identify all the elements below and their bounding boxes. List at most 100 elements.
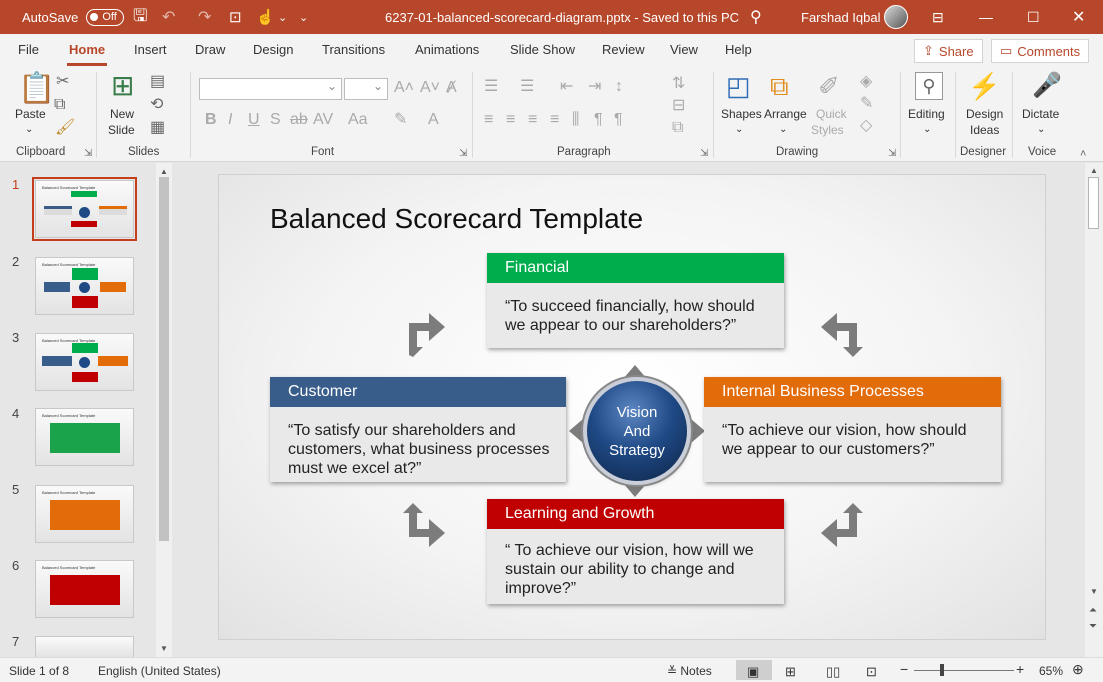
spacing-icon[interactable]: AV: [313, 112, 333, 128]
italic-icon[interactable]: I: [228, 112, 232, 128]
tab-review[interactable]: Review: [602, 42, 645, 57]
previous-slide-icon[interactable]: ⏶: [1089, 605, 1097, 616]
slide-thumbnail-1[interactable]: Balanced Scorecard Template: [32, 177, 137, 241]
slide-title[interactable]: Balanced Scorecard Template: [270, 203, 643, 235]
arrange-icon[interactable]: ⧉: [770, 72, 789, 100]
font-launcher-icon[interactable]: ⇲: [459, 146, 467, 162]
dictate-dropdown-icon[interactable]: ⌄: [1037, 122, 1045, 138]
vision-strategy-circle[interactable]: Vision And Strategy: [587, 381, 687, 481]
editing-dropdown-icon[interactable]: ⌄: [923, 122, 931, 138]
clear-format-icon[interactable]: Ⱥ: [446, 80, 457, 96]
tab-help[interactable]: Help: [725, 42, 752, 57]
tab-animations[interactable]: Animations: [415, 42, 479, 57]
clipboard-launcher-icon[interactable]: ⇲: [84, 146, 92, 162]
smartart-icon[interactable]: ⧉: [672, 120, 683, 136]
ltr-icon[interactable]: ¶: [594, 112, 603, 128]
zoom-level[interactable]: 65%: [1039, 664, 1063, 678]
shape-effects-icon[interactable]: ◇: [860, 118, 872, 134]
justify-icon[interactable]: ≡: [550, 112, 559, 128]
comments-button[interactable]: ▭ Comments: [991, 39, 1090, 63]
quick-styles-label-1[interactable]: Quick: [816, 106, 847, 122]
qat-more-icon[interactable]: ⌄: [299, 0, 308, 34]
slide-thumbnail-7[interactable]: [35, 636, 134, 657]
slide-thumbnail-5[interactable]: Balanced Scorecard Template: [35, 485, 134, 543]
strikethrough-icon[interactable]: ab: [290, 112, 308, 128]
slide-thumbnail-6[interactable]: Balanced Scorecard Template: [35, 560, 134, 618]
thumbnail-scrollbar[interactable]: ▲ ▼: [156, 163, 172, 657]
slide-canvas[interactable]: Balanced Scorecard Template Financial “T…: [218, 174, 1046, 640]
shapes-dropdown-icon[interactable]: ⌄: [735, 122, 743, 138]
design-ideas-label-1[interactable]: Design: [966, 106, 1003, 122]
search-icon[interactable]: ⚲: [750, 0, 762, 34]
slide-sorter-icon[interactable]: ⊞: [785, 664, 796, 680]
quick-styles-icon[interactable]: ✐: [818, 72, 840, 100]
text-direction-icon[interactable]: ⇅: [672, 76, 685, 92]
avatar[interactable]: [884, 0, 908, 34]
share-button[interactable]: ⇪ Share: [914, 39, 983, 63]
paragraph-launcher-icon[interactable]: ⇲: [700, 146, 708, 162]
section-icon[interactable]: ▦: [150, 120, 165, 136]
tab-design[interactable]: Design: [253, 42, 293, 57]
slide-thumbnail-3[interactable]: Balanced Scorecard Template: [35, 333, 134, 391]
numbering-icon[interactable]: ☰: [520, 79, 534, 95]
microphone-icon[interactable]: 🎤: [1032, 72, 1062, 100]
rtl-icon[interactable]: ¶: [614, 112, 623, 128]
zoom-in-icon[interactable]: +: [1016, 661, 1024, 677]
drawing-launcher-icon[interactable]: ⇲: [888, 146, 896, 162]
columns-icon[interactable]: ⫼: [572, 112, 579, 128]
learning-growth-card[interactable]: Learning and Growth “ To achieve our vis…: [487, 499, 784, 604]
reset-icon[interactable]: ⟲: [150, 97, 163, 113]
font-name-combo[interactable]: [199, 78, 342, 100]
design-ideas-label-2[interactable]: Ideas: [970, 122, 999, 138]
arrange-dropdown-icon[interactable]: ⌄: [779, 122, 787, 138]
zoom-slider[interactable]: [914, 670, 1014, 671]
font-color-icon[interactable]: A: [428, 112, 439, 128]
shadow-icon[interactable]: S: [270, 112, 281, 128]
paste-label[interactable]: Paste: [15, 106, 46, 122]
find-icon[interactable]: ⚲: [915, 72, 943, 100]
new-slide-label-1[interactable]: New: [110, 106, 134, 122]
dictate-label[interactable]: Dictate: [1022, 106, 1059, 122]
new-slide-icon[interactable]: ⊞: [111, 72, 134, 100]
arrange-label[interactable]: Arrange: [764, 106, 807, 122]
grow-font-icon[interactable]: A˄: [394, 80, 414, 96]
minimize-icon[interactable]: —: [979, 0, 993, 34]
tab-insert[interactable]: Insert: [134, 42, 167, 57]
tab-draw[interactable]: Draw: [195, 42, 225, 57]
scroll-down-icon[interactable]: ▼: [160, 644, 168, 653]
shrink-font-icon[interactable]: A˅: [420, 80, 440, 96]
scroll-up-icon[interactable]: ▲: [1090, 166, 1098, 175]
editing-label[interactable]: Editing: [908, 106, 945, 122]
autosave[interactable]: AutoSave Off: [22, 0, 125, 34]
cut-icon[interactable]: ✂: [56, 74, 69, 90]
shape-fill-icon[interactable]: ◈: [860, 74, 872, 90]
slide-thumbnail-4[interactable]: Balanced Scorecard Template: [35, 408, 134, 466]
shape-outline-icon[interactable]: ✎: [860, 96, 873, 112]
next-slide-icon[interactable]: ⏷: [1089, 621, 1097, 632]
redo-icon[interactable]: ↷: [198, 0, 211, 34]
editor-scrollbar[interactable]: ▲ ▼ ⏶ ⏷: [1085, 163, 1103, 657]
autosave-toggle[interactable]: Off: [86, 8, 125, 26]
design-ideas-icon[interactable]: ⚡: [968, 72, 1000, 100]
layout-icon[interactable]: ▤: [150, 74, 165, 90]
user-name[interactable]: Farshad Iqbal: [801, 0, 881, 34]
copy-icon[interactable]: ⧉: [54, 97, 65, 113]
notes-button[interactable]: ≚ Notes: [667, 664, 712, 678]
highlight-icon[interactable]: ✎: [394, 112, 407, 128]
shapes-icon[interactable]: ◰: [726, 72, 751, 100]
increase-indent-icon[interactable]: ⇥: [588, 79, 601, 95]
quick-styles-label-2[interactable]: Styles: [811, 122, 844, 138]
customer-card[interactable]: Customer “To satisfy our shareholders an…: [270, 377, 566, 482]
underline-icon[interactable]: U: [248, 112, 260, 128]
bold-icon[interactable]: B: [205, 112, 217, 128]
paste-icon[interactable]: 📋: [18, 74, 55, 104]
tab-transitions[interactable]: Transitions: [322, 42, 385, 57]
decrease-indent-icon[interactable]: ⇤: [560, 79, 573, 95]
paste-dropdown-icon[interactable]: ⌄: [25, 122, 33, 138]
tab-file[interactable]: File: [18, 42, 39, 57]
present-icon[interactable]: ⊡: [229, 0, 242, 34]
thumbnail-scroll-thumb[interactable]: [159, 177, 169, 541]
financial-card[interactable]: Financial “To succeed financially, how s…: [487, 253, 784, 348]
slide-show-icon[interactable]: ⊡: [866, 664, 877, 680]
zoom-slider-thumb[interactable]: [940, 664, 944, 676]
